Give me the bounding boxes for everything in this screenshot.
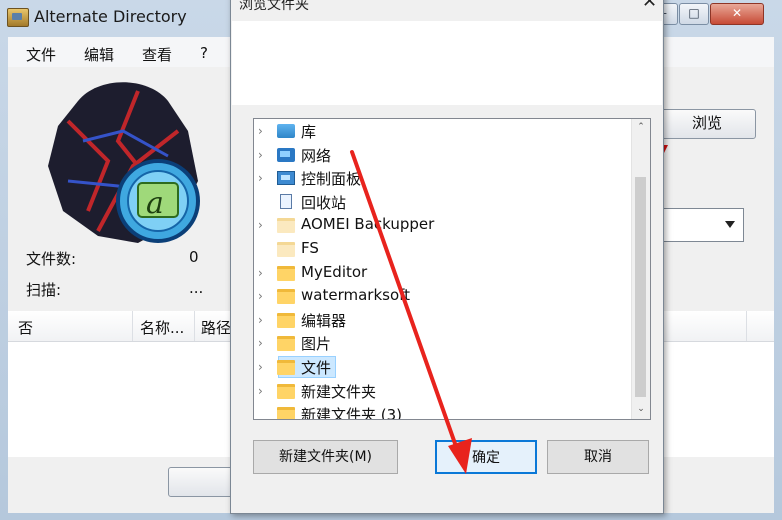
expand-chevron-icon[interactable]: › bbox=[258, 171, 263, 185]
tree-item[interactable]: › 新建文件夹 bbox=[254, 379, 630, 403]
tree-item-label: 编辑器 bbox=[301, 311, 347, 330]
tree-item-label: 回收站 bbox=[301, 193, 347, 212]
folder-icon bbox=[277, 265, 295, 281]
dialog-description-area bbox=[232, 21, 662, 105]
file-count-value: 0 bbox=[189, 248, 199, 266]
tree-item[interactable]: › 库 bbox=[254, 119, 630, 143]
window-title: Alternate Directory bbox=[34, 7, 187, 26]
dialog-title: 浏览文件夹 bbox=[239, 0, 309, 13]
tree-item-label: 文件 bbox=[301, 359, 332, 377]
folder-icon bbox=[277, 360, 295, 375]
app-logo: a bbox=[48, 82, 200, 243]
folder-icon bbox=[277, 218, 295, 234]
folder-icon bbox=[277, 336, 295, 352]
scroll-up-icon[interactable]: ⌃ bbox=[632, 119, 650, 136]
cancel-button[interactable]: 取消 bbox=[547, 440, 649, 474]
expand-chevron-icon[interactable]: › bbox=[258, 384, 263, 398]
vertical-scrollbar[interactable]: ⌃ ⌄ bbox=[631, 119, 650, 419]
scan-value: ... bbox=[189, 279, 204, 297]
tree-item[interactable]: › 网络 bbox=[254, 143, 630, 167]
tree-item-label: watermarksoft bbox=[301, 286, 411, 305]
tree-item[interactable]: › 控制面板 bbox=[254, 166, 630, 190]
scan-label: 扫描: bbox=[26, 281, 62, 299]
browse-folder-dialog: 浏览文件夹 ✕ › 库 › 网络 › 控制面板 回收站 › AOMEI Backupper FS ›… bbox=[230, 0, 664, 514]
scroll-down-icon[interactable]: ⌄ bbox=[632, 401, 650, 418]
menu-view[interactable]: 查看 bbox=[142, 44, 172, 65]
tree-item[interactable]: › MyEditor bbox=[254, 261, 630, 285]
tree-item-label: 新建文件夹 bbox=[301, 382, 377, 401]
network-icon bbox=[277, 147, 295, 162]
tree-item[interactable]: › watermarksoft bbox=[254, 284, 630, 308]
tree-item-label: FS bbox=[301, 239, 319, 257]
column-divider[interactable] bbox=[132, 311, 133, 341]
menu-help[interactable]: ? bbox=[200, 44, 208, 62]
drive-dropdown[interactable] bbox=[658, 208, 744, 242]
column-header-name[interactable]: 名称... bbox=[140, 317, 184, 338]
tree-item[interactable]: › 文件 bbox=[254, 355, 630, 379]
tree-item-label: 网络 bbox=[301, 146, 332, 165]
folder-icon bbox=[277, 383, 295, 399]
tree-item[interactable]: › AOMEI Backupper bbox=[254, 213, 630, 237]
folder-icon bbox=[277, 312, 295, 328]
control-panel-icon bbox=[277, 171, 295, 186]
tree-item-label: 库 bbox=[301, 123, 317, 141]
expand-chevron-icon[interactable]: › bbox=[258, 218, 263, 232]
tree-item-label: 图片 bbox=[301, 335, 332, 354]
expand-chevron-icon[interactable]: › bbox=[258, 313, 263, 327]
browse-button[interactable]: 浏览 bbox=[658, 109, 756, 139]
expand-chevron-icon[interactable]: › bbox=[258, 124, 263, 138]
column-header-path[interactable]: 路径 bbox=[201, 317, 231, 338]
folder-icon bbox=[277, 242, 295, 257]
close-button[interactable]: ✕ bbox=[710, 3, 764, 25]
tree-item[interactable]: › 图片 bbox=[254, 331, 630, 355]
expand-chevron-icon[interactable]: › bbox=[258, 289, 263, 303]
library-icon bbox=[277, 124, 295, 138]
scroll-thumb[interactable] bbox=[635, 177, 646, 397]
tree-item[interactable]: FS bbox=[254, 237, 630, 261]
column-divider[interactable] bbox=[194, 311, 195, 341]
folder-icon bbox=[277, 407, 295, 419]
tree-item[interactable]: 新建文件夹 (3) bbox=[254, 402, 630, 420]
expand-chevron-icon[interactable]: › bbox=[258, 266, 263, 280]
tree-item-label: 控制面板 bbox=[301, 170, 362, 189]
maximize-button[interactable]: □ bbox=[679, 3, 709, 25]
expand-chevron-icon[interactable]: › bbox=[258, 148, 263, 162]
folder-tree[interactable]: › 库 › 网络 › 控制面板 回收站 › AOMEI Backupper FS › MyEditor… bbox=[253, 118, 651, 420]
column-header-no[interactable]: 否 bbox=[18, 317, 33, 338]
app-icon bbox=[7, 8, 29, 27]
expand-chevron-icon[interactable]: › bbox=[258, 336, 263, 350]
recycle-bin-icon bbox=[280, 193, 292, 209]
column-divider[interactable] bbox=[746, 311, 747, 341]
tree-item[interactable]: 回收站 bbox=[254, 190, 630, 214]
menu-edit[interactable]: 编辑 bbox=[84, 44, 114, 65]
expand-chevron-icon[interactable]: › bbox=[258, 360, 263, 374]
tree-item-label: AOMEI Backupper bbox=[301, 215, 435, 234]
menu-file[interactable]: 文件 bbox=[26, 44, 56, 65]
dialog-close-button[interactable]: ✕ bbox=[642, 0, 657, 11]
tree-item[interactable]: › 编辑器 bbox=[254, 308, 630, 332]
svg-text:a: a bbox=[146, 186, 164, 221]
tree-item-label: 新建文件夹 (3) bbox=[301, 406, 403, 420]
folder-icon bbox=[277, 289, 295, 305]
file-count-label: 文件数: bbox=[26, 250, 77, 268]
tree-item-label: MyEditor bbox=[301, 262, 368, 281]
ok-button[interactable]: 确定 bbox=[435, 440, 537, 474]
new-folder-button[interactable]: 新建文件夹(M) bbox=[253, 440, 398, 474]
